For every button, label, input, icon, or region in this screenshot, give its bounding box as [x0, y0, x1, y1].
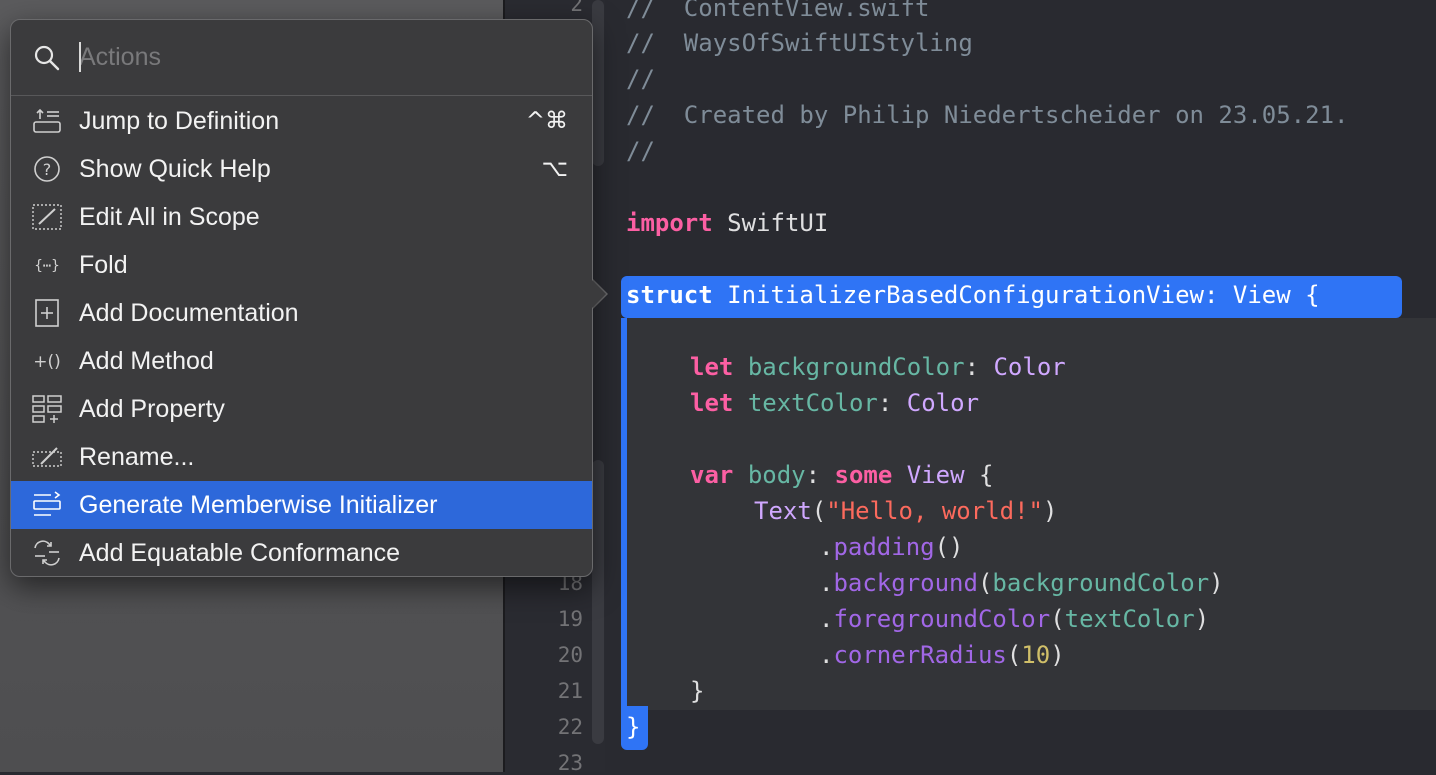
memberwise-initializer-icon	[31, 490, 63, 520]
code-line: }	[690, 677, 705, 705]
menu-item-fold[interactable]: {⋯} Fold	[11, 241, 592, 289]
code-line: // Created by Philip Niedertscheider on …	[626, 101, 1349, 129]
code-line: .cornerRadius(10)	[819, 641, 1065, 669]
menu-item-label: Fold	[79, 251, 128, 279]
popover-arrow	[590, 278, 606, 310]
line-number: 22	[557, 715, 583, 739]
menu-item-add-documentation[interactable]: Add Documentation	[11, 289, 592, 337]
code-line: // WaysOfSwiftUIStyling	[626, 29, 973, 57]
actions-popover: Jump to Definition ^⌘ ? Show Quick Help …	[10, 19, 593, 577]
search-row	[11, 20, 592, 96]
rename-icon	[31, 442, 63, 472]
code-line: }	[626, 713, 641, 741]
code-line: struct InitializerBasedConfigurationView…	[626, 281, 1320, 309]
code-fold-ribbon[interactable]	[592, 0, 604, 166]
code-fold-ribbon[interactable]	[592, 460, 604, 744]
menu-item-label: Add Property	[79, 395, 225, 423]
menu-item-rename[interactable]: Rename...	[11, 433, 592, 481]
line-number: 19	[557, 607, 583, 631]
search-icon	[33, 44, 61, 77]
svg-text:+(): +()	[33, 352, 61, 372]
code-line: //	[626, 137, 655, 165]
code-line: .background(backgroundColor)	[819, 569, 1224, 597]
menu-item-label: Show Quick Help	[79, 155, 271, 183]
code-line: Text("Hello, world!")	[754, 497, 1058, 525]
code-line: .padding()	[819, 533, 964, 561]
equatable-icon	[31, 538, 63, 568]
menu-item-jump-to-definition[interactable]: Jump to Definition ^⌘	[11, 97, 592, 145]
menu-item-add-property[interactable]: Add Property	[11, 385, 592, 433]
menu-item-label: Rename...	[79, 443, 195, 471]
code-line: // ContentView.swift	[626, 0, 930, 22]
text-caret	[79, 42, 81, 72]
menu-item-label: Edit All in Scope	[79, 203, 260, 231]
menu-item-show-quick-help[interactable]: ? Show Quick Help ⌥	[11, 145, 592, 193]
add-method-icon: +()	[31, 346, 63, 376]
add-documentation-icon	[31, 298, 63, 328]
line-number: 23	[557, 751, 583, 775]
menu-item-generate-memberwise-initializer[interactable]: Generate Memberwise Initializer	[11, 481, 592, 529]
menu-item-shortcut: ^⌘	[525, 108, 568, 134]
code-line: var body: some View {	[690, 461, 994, 489]
menu-item-add-method[interactable]: +() Add Method	[11, 337, 592, 385]
line-number: 20	[557, 643, 583, 667]
menu-item-label: Generate Memberwise Initializer	[79, 491, 438, 519]
menu-item-label: Add Equatable Conformance	[79, 539, 401, 567]
code-line: .foregroundColor(textColor)	[819, 605, 1210, 633]
add-property-icon	[31, 394, 63, 424]
code-line: let backgroundColor: Color	[690, 353, 1066, 381]
code-line: import SwiftUI	[626, 209, 829, 237]
line-number: 21	[557, 679, 583, 703]
edit-scope-icon	[31, 202, 63, 232]
fold-icon: {⋯}	[31, 250, 63, 280]
menu-item-label: Add Method	[79, 347, 214, 375]
svg-text:?: ?	[43, 160, 52, 179]
code-line: //	[626, 65, 655, 93]
actions-search-input[interactable]	[77, 36, 561, 78]
jump-definition-icon	[31, 106, 63, 136]
menu-item-label: Add Documentation	[79, 299, 299, 327]
line-number: 2	[570, 0, 583, 16]
svg-text:{⋯}: {⋯}	[34, 258, 59, 274]
menu-item-edit-all-in-scope[interactable]: Edit All in Scope	[11, 193, 592, 241]
help-icon: ?	[31, 154, 63, 184]
menu-item-label: Jump to Definition	[79, 107, 280, 135]
code-line: let textColor: Color	[690, 389, 980, 417]
menu-item-add-equatable-conformance[interactable]: Add Equatable Conformance	[11, 529, 592, 577]
menu-item-shortcut: ⌥	[541, 156, 568, 182]
